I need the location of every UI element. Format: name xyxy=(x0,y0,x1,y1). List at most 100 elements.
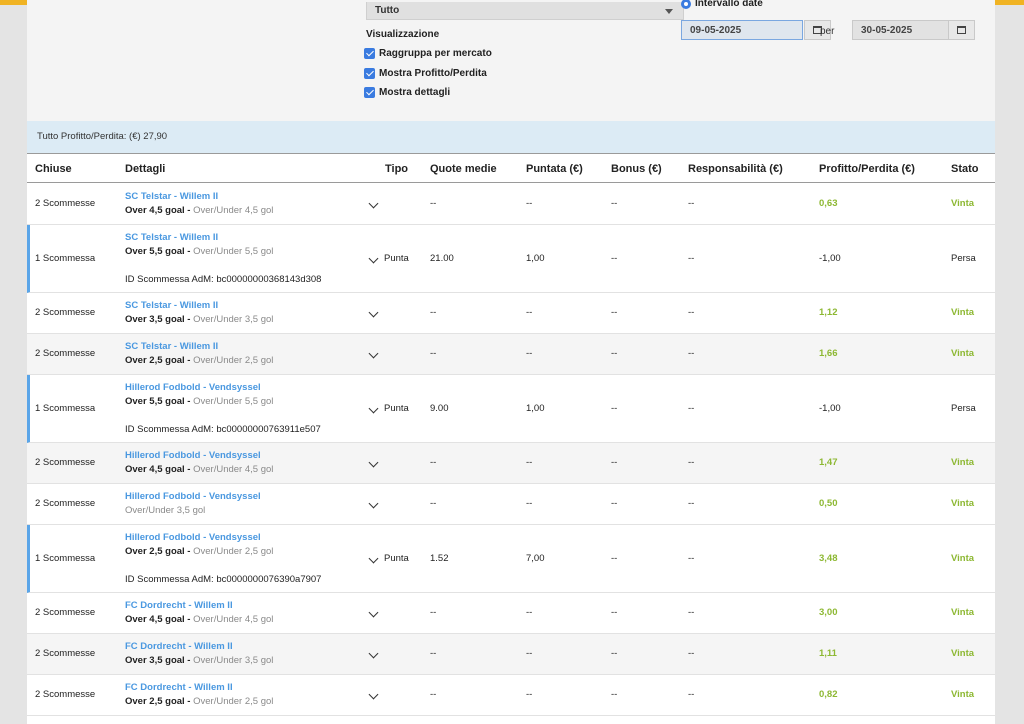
bonus: -- xyxy=(611,403,618,414)
event-link[interactable]: SC Telstar - Willem II xyxy=(125,341,218,352)
profit-loss: 3,00 xyxy=(819,607,838,618)
table-row[interactable]: 2 Scommesse SC Telstar - Willem II Over 4,… xyxy=(27,184,995,225)
stake: -- xyxy=(526,689,533,700)
radio-selected-icon[interactable] xyxy=(681,0,691,9)
bet-type: Punta xyxy=(384,403,409,414)
market-separator: - xyxy=(184,696,194,707)
table-row[interactable]: 2 Scommesse SC Telstar - Willem II Over 3,… xyxy=(27,293,995,334)
market-line: Over 4,5 goal - Over/Under 4,5 gol xyxy=(125,614,273,625)
chevron-down-icon[interactable] xyxy=(368,253,379,264)
bonus: -- xyxy=(611,253,618,264)
checkbox-raggruppa[interactable]: Raggruppa per mercato xyxy=(364,48,492,59)
liability: -- xyxy=(688,498,695,509)
event-link[interactable]: SC Telstar - Willem II xyxy=(125,300,218,311)
stake: -- xyxy=(526,198,533,209)
bet-id: ID Scommessa AdM: bc00000000368143d308 xyxy=(125,274,322,285)
chevron-down-icon[interactable] xyxy=(368,553,379,564)
status-badge: Vinta xyxy=(951,648,975,659)
market-line: Over 4,5 goal - Over/Under 4,5 gol xyxy=(125,464,273,475)
total-profit-summary: Tutto Profitto/Perdita: (€) 27,90 xyxy=(27,121,995,153)
status-badge: Vinta xyxy=(951,348,975,359)
bet-type: Punta xyxy=(384,553,409,564)
market-name: Over 4,5 goal xyxy=(125,464,185,475)
checkbox-mostra-dettagli[interactable]: Mostra dettagli xyxy=(364,87,450,98)
chevron-down-icon[interactable] xyxy=(368,648,379,659)
avg-odds: -- xyxy=(430,498,437,509)
table-row[interactable]: 1 Scommessa Hillerod Fodbold - Vendsyssel… xyxy=(27,375,995,443)
bet-count: 2 Scommesse xyxy=(35,498,96,509)
liability: -- xyxy=(688,253,695,264)
date-to-value: 30-05-2025 xyxy=(861,24,913,36)
event-link[interactable]: Hillerod Fodbold - Vendsyssel xyxy=(125,491,261,502)
bet-count: 1 Scommessa xyxy=(35,253,96,264)
event-link[interactable]: SC Telstar - Willem II xyxy=(125,191,218,202)
chevron-down-icon[interactable] xyxy=(368,307,379,318)
market-line: Over 5,5 goal - Over/Under 5,5 gol xyxy=(125,396,273,407)
event-link[interactable]: Hillerod Fodbold - Vendsyssel xyxy=(125,450,261,461)
table-row[interactable]: 1 Scommessa SC Telstar - Willem II Over 5,… xyxy=(27,225,995,293)
col-bonus: Bonus (€) xyxy=(611,163,662,175)
stake: 7,00 xyxy=(526,553,545,564)
market-name: Over 4,5 goal xyxy=(125,614,185,625)
status-badge: Vinta xyxy=(951,689,975,700)
col-quote: Quote medie xyxy=(430,163,497,175)
checkbox-mostra-profitto[interactable]: Mostra Profitto/Perdita xyxy=(364,68,487,79)
table-row[interactable]: 2 Scommesse Hillerod Fodbold - Vendsyssel… xyxy=(27,484,995,525)
market-separator: - xyxy=(184,246,194,257)
calendar-icon[interactable] xyxy=(948,21,974,39)
chevron-down-icon[interactable] xyxy=(368,348,379,359)
event-link[interactable]: Hillerod Fodbold - Vendsyssel xyxy=(125,532,261,543)
market-line: Over 2,5 goal - Over/Under 2,5 gol xyxy=(125,355,273,366)
chevron-down-icon[interactable] xyxy=(368,607,379,618)
table-row[interactable]: 2 Scommesse SC Telstar - Willem II Over 2,… xyxy=(27,334,995,375)
bonus: -- xyxy=(611,457,618,468)
event-link[interactable]: Hillerod Fodbold - Vendsyssel xyxy=(125,382,261,393)
col-responsabilita: Responsabilità (€) xyxy=(688,163,783,175)
table-row[interactable]: 2 Scommesse Hillerod Fodbold - Vendsyssel… xyxy=(27,443,995,484)
market-separator: - xyxy=(184,205,194,216)
market-name: Over 3,5 goal xyxy=(125,314,185,325)
liability: -- xyxy=(688,307,695,318)
bonus: -- xyxy=(611,198,618,209)
per-label: per xyxy=(820,26,835,37)
table-row[interactable]: 2 Scommesse FC Dordrecht - Willem II Over … xyxy=(27,593,995,634)
chevron-down-icon[interactable] xyxy=(368,198,379,209)
event-link[interactable]: FC Dordrecht - Willem II xyxy=(125,641,233,652)
radio-intervallo-date[interactable]: Intervallo date xyxy=(681,0,763,9)
status-badge: Vinta xyxy=(951,607,975,618)
market-type: Over/Under 4,5 gol xyxy=(193,205,274,216)
checkbox-checked-icon[interactable] xyxy=(364,87,375,98)
status-badge: Persa xyxy=(951,403,976,414)
chevron-down-icon[interactable] xyxy=(368,457,379,468)
chevron-down-icon[interactable] xyxy=(368,689,379,700)
chevron-down-icon[interactable] xyxy=(368,498,379,509)
status-badge: Vinta xyxy=(951,553,975,564)
chevron-down-icon[interactable] xyxy=(368,403,379,414)
table-header: Chiuse Dettagli Tipo Quote medie Puntata… xyxy=(27,153,995,183)
bet-type-select[interactable]: Tutto xyxy=(366,2,684,20)
bet-id: ID Scommessa AdM: bc0000000076390a7907 xyxy=(125,574,322,585)
market-separator: - xyxy=(184,396,194,407)
visualizzazione-label: Visualizzazione xyxy=(366,29,440,40)
checkbox-checked-icon[interactable] xyxy=(364,48,375,59)
bet-count: 2 Scommesse xyxy=(35,307,96,318)
market-type: Over/Under 4,5 gol xyxy=(193,614,274,625)
table-row[interactable]: 2 Scommesse FC Dordrecht - Willem II Over … xyxy=(27,675,995,716)
bonus: -- xyxy=(611,307,618,318)
col-dettagli: Dettagli xyxy=(125,163,166,175)
profit-loss: 0,50 xyxy=(819,498,838,509)
profit-loss: 1,12 xyxy=(819,307,838,318)
market-name: Over 4,5 goal xyxy=(125,205,185,216)
table-row[interactable]: 1 Scommessa Hillerod Fodbold - Vendsyssel… xyxy=(27,525,995,593)
date-to-field[interactable]: 30-05-2025 xyxy=(852,20,975,40)
market-line: Over 2,5 goal - Over/Under 2,5 gol xyxy=(125,696,273,707)
market-line: Over/Under 3,5 gol xyxy=(125,505,205,516)
table-row[interactable]: 2 Scommesse FC Dordrecht - Willem II Over … xyxy=(27,634,995,675)
event-link[interactable]: FC Dordrecht - Willem II xyxy=(125,600,233,611)
status-badge: Persa xyxy=(951,253,976,264)
checkbox-checked-icon[interactable] xyxy=(364,68,375,79)
event-link[interactable]: FC Dordrecht - Willem II xyxy=(125,682,233,693)
event-link[interactable]: SC Telstar - Willem II xyxy=(125,232,218,243)
market-separator: - xyxy=(184,614,194,625)
bet-count: 1 Scommessa xyxy=(35,403,96,414)
